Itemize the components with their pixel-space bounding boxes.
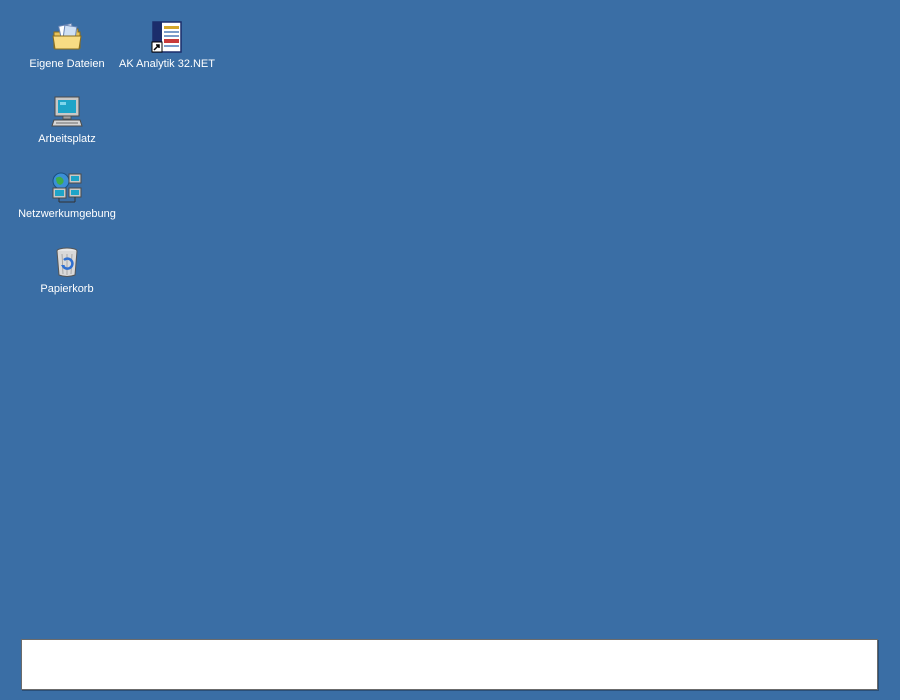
recycle-bin-icon: [56, 247, 78, 277]
bottom-panel: [21, 639, 878, 690]
icon-label: Arbeitsplatz: [38, 133, 96, 145]
icon-label: Eigene Dateien: [29, 58, 105, 70]
my-documents-folder-icon: [52, 23, 82, 50]
app-shortcut-icon: [151, 21, 182, 53]
desktop[interactable]: Eigene Dateien AK Analytik 32.NET Arbeit…: [0, 0, 900, 700]
my-computer-icon: [51, 96, 83, 127]
desktop-icon-ak-analytik[interactable]: AK Analytik 32.NET: [117, 20, 217, 71]
icon-label: AK Analytik 32.NET: [119, 58, 215, 70]
desktop-icon-netzwerkumgebung[interactable]: Netzwerkumgebung: [17, 170, 117, 221]
desktop-icon-arbeitsplatz[interactable]: Arbeitsplatz: [17, 95, 117, 146]
desktop-icon-papierkorb[interactable]: Papierkorb: [17, 245, 117, 296]
network-places-icon: [52, 172, 82, 203]
icon-label: Papierkorb: [40, 283, 94, 295]
icon-label: Netzwerkumgebung: [18, 208, 116, 220]
desktop-icon-eigene-dateien[interactable]: Eigene Dateien: [17, 20, 117, 71]
